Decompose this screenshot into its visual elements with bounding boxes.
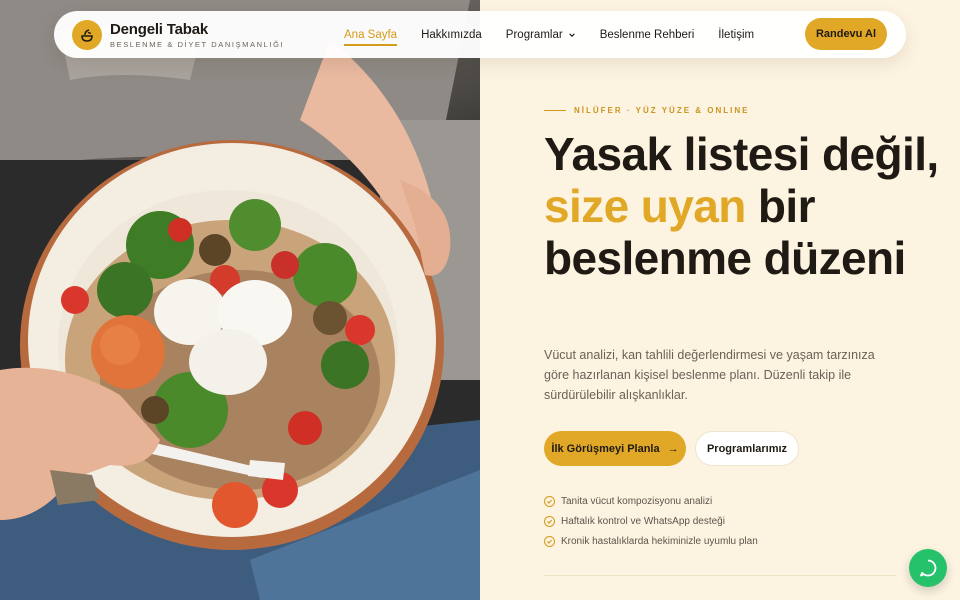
brand-logo-icon[interactable] (72, 20, 102, 50)
chevron-down-icon (568, 32, 575, 37)
hero-title: Yasak listesi değil, size uyan bir besle… (544, 128, 944, 284)
main-menu: Ana Sayfa Hakkımızda Programlar Beslenme… (344, 11, 778, 58)
hero-title-part1: Yasak listesi değil, (544, 128, 939, 180)
feature-text: Haftalık kontrol ve WhatsApp desteği (561, 515, 725, 527)
hero-title-accent: size uyan (544, 180, 746, 232)
feature-list: Tanita vücut kompozisyonu analizi Haftal… (544, 491, 758, 551)
brand-tagline: BESLENME & DİYET DANIŞMANLIĞI (110, 40, 285, 49)
hero-eyebrow: NİLÜFER · YÜZ YÜZE & ONLINE (544, 106, 750, 115)
hero-content: NİLÜFER · YÜZ YÜZE & ONLINE Yasak listes… (480, 0, 960, 600)
whatsapp-button[interactable] (909, 549, 947, 587)
section-divider (544, 575, 896, 576)
feature-text: Tanita vücut kompozisyonu analizi (561, 495, 713, 507)
hero-lead: Vücut analizi, kan tahlili değerlendirme… (544, 348, 875, 402)
nav-item-programs-label: Programlar (505, 28, 563, 41)
feature-item: Kronik hastalıklarda hekiminizle uyumlu … (544, 531, 758, 551)
programs-button-label: Programlarımız (706, 442, 788, 455)
nav-item-programs[interactable]: Programlar (506, 29, 576, 41)
nav-item-home[interactable]: Ana Sayfa (344, 29, 398, 46)
top-navbar: Dengeli Tabak BESLENME & DİYET DANIŞMANL… (54, 11, 906, 58)
nav-item-about[interactable]: Hakkımızda (421, 29, 482, 41)
arrow-right-icon: → (667, 442, 679, 455)
first-meeting-label: İlk Görüşmeyi Planla (551, 442, 660, 455)
check-circle-icon (544, 535, 555, 547)
brand-name[interactable]: Dengeli Tabak (110, 21, 208, 38)
nav-item-nutrition-guide[interactable]: Beslenme Rehberi (600, 29, 695, 41)
programs-button[interactable]: Programlarımız (695, 431, 799, 466)
check-circle-icon (544, 515, 555, 527)
eyebrow-text: NİLÜFER · YÜZ YÜZE & ONLINE (574, 106, 750, 115)
whatsapp-icon (920, 559, 937, 577)
feature-item: Haftalık kontrol ve WhatsApp desteği (544, 511, 758, 531)
hero-photo-salad-bowl (0, 0, 480, 600)
first-meeting-button[interactable]: İlk Görüşmeyi Planla → (544, 431, 686, 466)
appointment-button[interactable]: Randevu Al (805, 18, 887, 50)
eyebrow-line (544, 110, 566, 111)
feature-item: Tanita vücut kompozisyonu analizi (544, 491, 758, 511)
check-circle-icon (544, 495, 555, 507)
nav-item-contact[interactable]: İletişim (718, 29, 754, 41)
feature-text: Kronik hastalıklarda hekiminizle uyumlu … (561, 535, 758, 547)
